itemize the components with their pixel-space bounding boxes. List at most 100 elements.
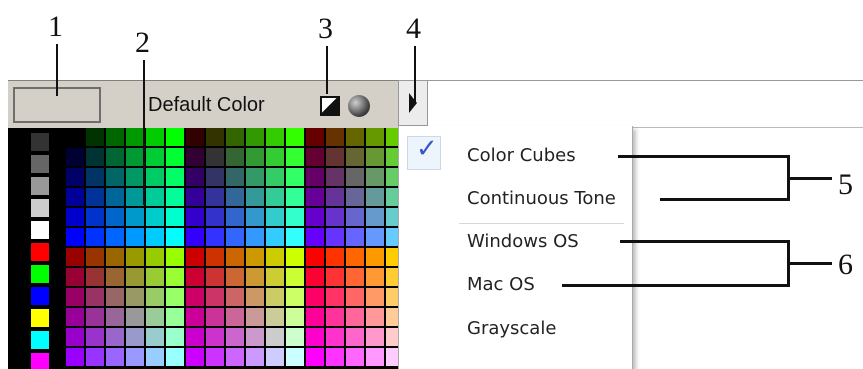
color-swatch-cell[interactable] [286, 268, 304, 286]
palette-menu-button[interactable] [398, 80, 428, 126]
color-swatch-cell[interactable] [66, 248, 84, 266]
color-swatch-cell[interactable] [266, 208, 284, 226]
color-swatch-cell[interactable] [226, 308, 244, 326]
color-swatch-cell[interactable] [366, 268, 384, 286]
color-swatch-cell[interactable] [326, 148, 344, 166]
color-swatch-cell[interactable] [306, 208, 324, 226]
color-swatch-cell[interactable] [266, 288, 284, 306]
color-swatch-cell[interactable] [246, 248, 264, 266]
color-swatch-cell[interactable] [66, 208, 84, 226]
base-color-swatch[interactable] [30, 198, 50, 218]
color-swatch-cell[interactable] [286, 248, 304, 266]
color-swatch-cell[interactable] [66, 268, 84, 286]
color-swatch-cell[interactable] [186, 268, 204, 286]
color-swatch-cell[interactable] [206, 168, 224, 186]
color-swatch-cell[interactable] [146, 228, 164, 246]
color-swatch-cell[interactable] [326, 128, 344, 146]
color-swatch-cell[interactable] [86, 168, 104, 186]
color-swatch-cell[interactable] [326, 248, 344, 266]
color-swatch-cell[interactable] [286, 288, 304, 306]
color-swatch-cell[interactable] [306, 228, 324, 246]
color-swatch-cell[interactable] [246, 128, 264, 146]
color-swatch-cell[interactable] [166, 308, 184, 326]
color-swatch-cell[interactable] [146, 208, 164, 226]
color-swatch-cell[interactable] [186, 128, 204, 146]
color-swatch-cell[interactable] [106, 268, 124, 286]
color-swatch-cell[interactable] [106, 208, 124, 226]
color-swatch-cell[interactable] [126, 328, 144, 346]
color-swatch-cell[interactable] [126, 228, 144, 246]
color-swatch-cell[interactable] [86, 348, 104, 366]
base-color-swatch[interactable] [30, 176, 50, 196]
color-swatch-cell[interactable] [346, 308, 364, 326]
color-swatch-cell[interactable] [86, 248, 104, 266]
color-swatch-cell[interactable] [126, 188, 144, 206]
color-swatch-cell[interactable] [66, 348, 84, 366]
base-color-swatch[interactable] [30, 264, 50, 284]
color-swatch-cell[interactable] [286, 308, 304, 326]
color-swatch-cell[interactable] [366, 188, 384, 206]
color-swatch-cell[interactable] [166, 128, 184, 146]
color-swatch-cell[interactable] [206, 228, 224, 246]
menu-item-color-cubes[interactable]: Color Cubes [467, 145, 576, 166]
color-swatch-cell[interactable] [106, 168, 124, 186]
color-swatch-cell[interactable] [126, 248, 144, 266]
color-swatch-cell[interactable] [86, 308, 104, 326]
color-swatch-cell[interactable] [166, 148, 184, 166]
color-swatch-cell[interactable] [326, 328, 344, 346]
color-swatch-cell[interactable] [186, 148, 204, 166]
color-swatch-cell[interactable] [246, 308, 264, 326]
color-swatch-cell[interactable] [246, 168, 264, 186]
color-swatch-cell[interactable] [306, 328, 324, 346]
color-swatch-cell[interactable] [106, 308, 124, 326]
base-color-swatch[interactable] [30, 132, 50, 152]
color-swatch-cell[interactable] [306, 268, 324, 286]
color-swatch-cell[interactable] [126, 348, 144, 366]
color-swatch-cell[interactable] [206, 268, 224, 286]
color-swatch-cell[interactable] [266, 128, 284, 146]
color-swatch-cell[interactable] [346, 148, 364, 166]
color-swatch-cell[interactable] [326, 348, 344, 366]
color-swatch-cell[interactable] [106, 348, 124, 366]
color-swatch-cell[interactable] [126, 208, 144, 226]
color-swatch-cell[interactable] [326, 188, 344, 206]
color-swatch-cell[interactable] [206, 288, 224, 306]
color-swatch-cell[interactable] [126, 268, 144, 286]
color-swatch-cell[interactable] [106, 148, 124, 166]
color-swatch-cell[interactable] [226, 168, 244, 186]
color-swatch-cell[interactable] [86, 128, 104, 146]
color-swatch-cell[interactable] [206, 208, 224, 226]
color-swatch-cell[interactable] [186, 188, 204, 206]
color-swatch-cell[interactable] [126, 148, 144, 166]
color-swatch-cell[interactable] [186, 248, 204, 266]
color-swatch-cell[interactable] [66, 308, 84, 326]
color-swatch-cell[interactable] [266, 348, 284, 366]
color-swatch-cell[interactable] [326, 168, 344, 186]
color-swatch-cell[interactable] [166, 348, 184, 366]
color-swatch-cell[interactable] [266, 308, 284, 326]
color-swatch-cell[interactable] [326, 208, 344, 226]
menu-item-windows-os[interactable]: Windows OS [467, 231, 579, 252]
color-swatch-cell[interactable] [346, 288, 364, 306]
color-swatch-cell[interactable] [186, 308, 204, 326]
color-swatch-cell[interactable] [306, 308, 324, 326]
color-swatch-cell[interactable] [346, 328, 364, 346]
color-swatch-cell[interactable] [226, 228, 244, 246]
color-swatch-cell[interactable] [186, 348, 204, 366]
color-swatch-cell[interactable] [206, 348, 224, 366]
color-swatch-cell[interactable] [86, 288, 104, 306]
color-swatch-cell[interactable] [146, 348, 164, 366]
color-swatch-cell[interactable] [126, 308, 144, 326]
base-color-swatch[interactable] [30, 352, 50, 369]
color-swatch-cell[interactable] [226, 188, 244, 206]
color-swatch-cell[interactable] [106, 228, 124, 246]
color-swatch-cell[interactable] [186, 228, 204, 246]
color-swatch-cell[interactable] [186, 328, 204, 346]
color-swatch-cell[interactable] [346, 208, 364, 226]
color-swatch-cell[interactable] [306, 128, 324, 146]
color-swatch-cell[interactable] [106, 328, 124, 346]
color-swatch-cell[interactable] [166, 288, 184, 306]
color-swatch-cell[interactable] [226, 148, 244, 166]
base-color-swatch[interactable] [30, 330, 50, 350]
color-swatch-cell[interactable] [306, 188, 324, 206]
